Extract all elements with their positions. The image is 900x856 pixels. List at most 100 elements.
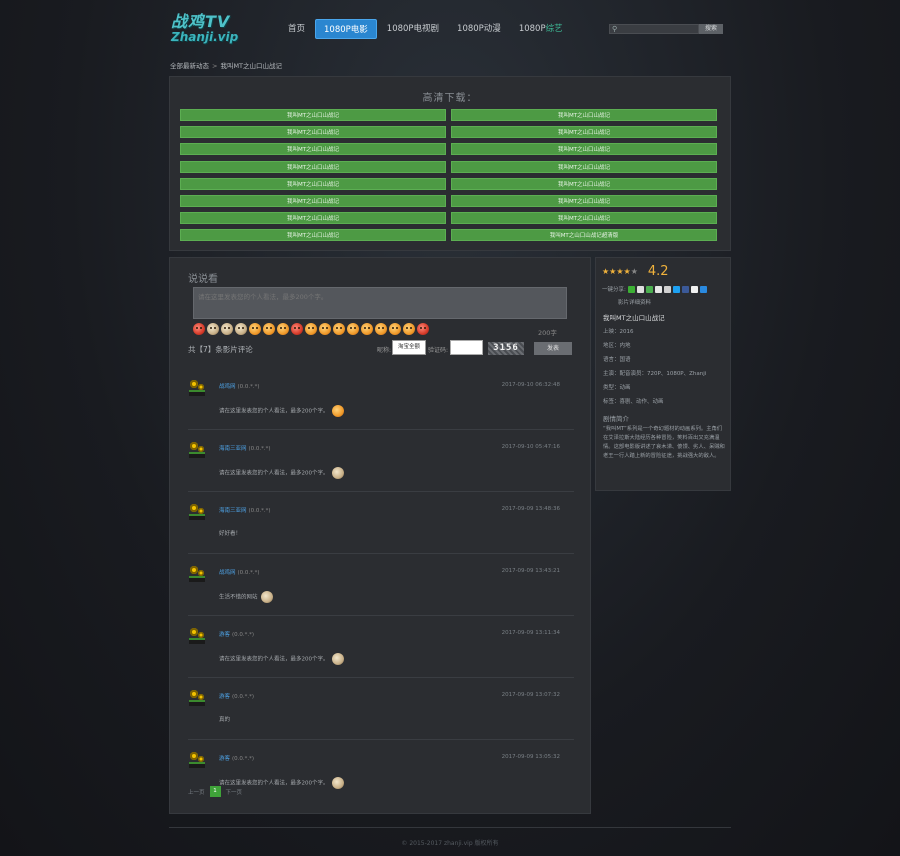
- leaf-icon: [189, 638, 205, 644]
- avatar: [188, 626, 210, 646]
- search-input[interactable]: ⚲: [609, 24, 699, 34]
- comment-body: 请在这里发表您的个人看法，最多200个字。: [219, 470, 329, 477]
- emoji-icon[interactable]: [333, 323, 345, 335]
- author-ip: (0.0.*.*): [237, 384, 260, 390]
- pagination: 上一页 1 下一页: [188, 786, 242, 797]
- breadcrumb-home[interactable]: 全部最新动态: [170, 62, 209, 70]
- share-bar: 一键分享:: [602, 285, 707, 293]
- facebook-icon[interactable]: [681, 285, 689, 293]
- leaf-icon: [189, 700, 205, 706]
- footer-divider: [169, 827, 731, 828]
- avatar: [188, 750, 210, 770]
- info-tags: 标签：喜剧、动作、动画: [603, 399, 664, 405]
- emoji-icon[interactable]: [403, 323, 415, 335]
- download-link[interactable]: 我叫MT之山口山战记: [451, 212, 717, 225]
- comment-time: 2017-09-09 13:43:21: [501, 568, 560, 574]
- emoji-icon[interactable]: [249, 323, 261, 335]
- prev-page-link[interactable]: 上一页: [188, 788, 205, 796]
- download-link[interactable]: 我叫MT之山口山战记: [451, 160, 717, 173]
- comment-body: 请在这里发表您的个人看法，最多200个字。: [219, 656, 329, 663]
- info-title: 我叫MT之山口山战记: [603, 314, 665, 322]
- comment-input[interactable]: [193, 287, 567, 319]
- share-label: 一键分享:: [602, 287, 626, 293]
- nickname-field[interactable]: 淘宝全额: [392, 340, 426, 355]
- captcha-image[interactable]: 3156: [488, 342, 524, 355]
- emoji-icon[interactable]: [263, 323, 275, 335]
- download-link[interactable]: 我叫MT之山口山战记: [180, 212, 446, 225]
- header: 战鸡TV Zhanji.vip 首页 1080P电影 1080P电视剧 1080…: [0, 0, 900, 58]
- emoji-icon[interactable]: [207, 323, 219, 335]
- sunflower-icon: [190, 752, 198, 760]
- download-link[interactable]: 我叫MT之山口山战记: [180, 160, 446, 173]
- author-name[interactable]: 战鸡网: [219, 570, 236, 576]
- emoji-icon[interactable]: [291, 323, 303, 335]
- current-page[interactable]: 1: [209, 786, 221, 797]
- author-ip: (0.0.*.*): [232, 632, 255, 638]
- nav-1080p-anime[interactable]: 1080P动漫: [449, 19, 509, 39]
- emoji-icon[interactable]: [235, 323, 247, 335]
- comment-text: 生活不错的网站: [219, 591, 273, 603]
- leaf-icon: [189, 452, 205, 458]
- emoji-icon[interactable]: [277, 323, 289, 335]
- author-name[interactable]: 游客: [219, 632, 230, 638]
- emoji-icon: [331, 777, 344, 789]
- breadcrumb: 全部最新动态 > 我叫MT之山口山战记: [170, 60, 282, 70]
- emoji-icon[interactable]: [375, 323, 387, 335]
- comment-time: 2017-09-09 13:07:32: [501, 692, 560, 698]
- comment-author: 海南三亚网 (0.0.*.*): [219, 444, 271, 452]
- wechat-icon[interactable]: [627, 285, 635, 293]
- twitter-icon[interactable]: [699, 285, 707, 293]
- submit-button[interactable]: 发表: [534, 342, 572, 355]
- share-icon[interactable]: [663, 285, 671, 293]
- share-icon[interactable]: [690, 285, 698, 293]
- author-name[interactable]: 游客: [219, 694, 230, 700]
- emoji-icon[interactable]: [305, 323, 317, 335]
- nav-home[interactable]: 首页: [280, 19, 313, 39]
- download-link[interactable]: 我叫MT之山口山战记: [451, 143, 717, 156]
- download-link[interactable]: 我叫MT之山口山战记: [451, 177, 717, 190]
- download-link[interactable]: 我叫MT之山口山战记: [180, 194, 446, 207]
- emoji-icon[interactable]: [347, 323, 359, 335]
- author-name[interactable]: 海南三亚网: [219, 446, 247, 452]
- download-link[interactable]: 我叫MT之山口山战记: [451, 126, 717, 139]
- download-link[interactable]: 我叫MT之山口山战记: [180, 126, 446, 139]
- author-name[interactable]: 游客: [219, 756, 230, 762]
- sunflower-icon: [190, 690, 198, 698]
- nav-1080p-variety[interactable]: 1080P综艺: [511, 19, 571, 39]
- download-link[interactable]: 我叫MT之山口山战记: [451, 194, 717, 207]
- comment-time: 2017-09-10 06:32:48: [501, 382, 560, 388]
- share-icon[interactable]: [645, 285, 653, 293]
- share-icon[interactable]: [654, 285, 662, 293]
- comment-item: 海南三亚网 (0.0.*.*) 2017-09-09 13:48:36 好好看！: [188, 492, 574, 554]
- qzone-icon[interactable]: [672, 285, 680, 293]
- captcha-input[interactable]: [450, 340, 483, 355]
- logo-domain: Zhanji.vip: [171, 30, 239, 44]
- nav-1080p-tv[interactable]: 1080P电视剧: [379, 19, 447, 39]
- download-link[interactable]: 我叫MT之山口山战记: [451, 109, 717, 121]
- download-link[interactable]: 我叫MT之山口山战记: [180, 177, 446, 190]
- comment-time: 2017-09-09 13:48:36: [501, 506, 560, 512]
- emoji-icon[interactable]: [193, 323, 205, 335]
- emoji-icon[interactable]: [221, 323, 233, 335]
- download-link[interactable]: 我叫MT之山口山战记: [180, 109, 446, 121]
- share-icon[interactable]: [636, 285, 644, 293]
- comment-text: 好好看！: [219, 529, 241, 537]
- emoji-icon[interactable]: [389, 323, 401, 335]
- search-button[interactable]: 搜索: [699, 24, 723, 34]
- download-link[interactable]: 我叫MT之山口山战记: [180, 143, 446, 156]
- nav-1080p-movies[interactable]: 1080P电影: [315, 19, 377, 39]
- next-page-link[interactable]: 下一页: [226, 788, 243, 796]
- author-name[interactable]: 战鸡网: [219, 384, 236, 390]
- emoji-icon[interactable]: [361, 323, 373, 335]
- search-icon: ⚲: [612, 25, 618, 33]
- comment-body: 请在这里发表您的个人看法，最多200个字。: [219, 408, 329, 415]
- author-name[interactable]: 海南三亚网: [219, 508, 247, 514]
- download-link[interactable]: 我叫MT之山口山战记超清版: [451, 229, 717, 242]
- download-link[interactable]: 我叫MT之山口山战记: [180, 229, 446, 242]
- nickname-label: 昵称:: [377, 347, 392, 354]
- emoji-icon[interactable]: [319, 323, 331, 335]
- comment-author: 海南三亚网 (0.0.*.*): [219, 506, 271, 514]
- emoji-icon[interactable]: [417, 323, 429, 335]
- site-logo[interactable]: 战鸡TV Zhanji.vip: [171, 14, 251, 46]
- star-rating[interactable]: ★★★★★: [602, 267, 638, 276]
